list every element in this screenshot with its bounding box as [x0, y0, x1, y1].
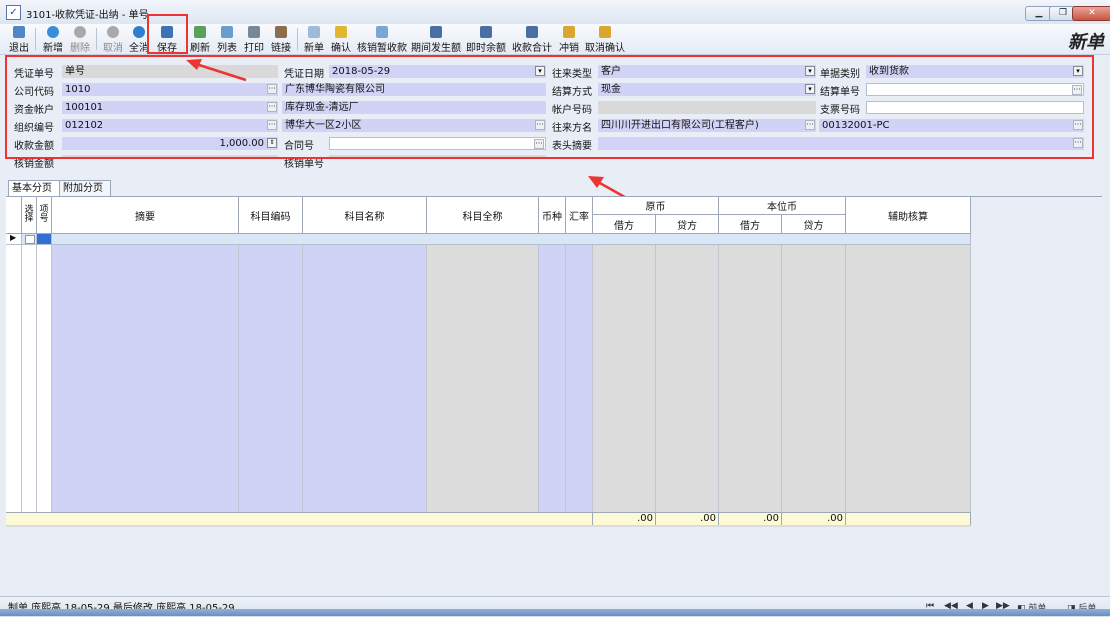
detail-grid: 选择 项号 摘要 科目编码 科目名称 科目全称 币种 汇率 原币 借方 贷方 本… — [6, 197, 971, 527]
aux-column[interactable] — [846, 245, 971, 512]
summary-header: 摘要 — [52, 197, 239, 234]
arrow-head-header — [588, 176, 604, 188]
original-currency-header: 原币 — [593, 197, 719, 215]
summary-column[interactable] — [52, 245, 239, 512]
subject-full-column — [427, 245, 539, 512]
subject-code-header: 科目编码 — [239, 197, 303, 234]
aux-accounting-header: 辅助核算 — [846, 197, 971, 234]
current-row-indicator: ▶ — [6, 233, 22, 245]
table-row[interactable] — [52, 234, 971, 245]
totals-row-label — [6, 512, 593, 525]
base-debit-column[interactable] — [719, 245, 782, 512]
os-taskbar — [0, 609, 1110, 616]
line-no-header: 项号 — [37, 197, 52, 234]
base-credit-column[interactable] — [782, 245, 846, 512]
select-column — [22, 245, 37, 512]
orig-credit-column[interactable] — [656, 245, 719, 512]
row-pointer-icon: ▶ — [10, 233, 17, 242]
checkbox-icon[interactable] — [25, 235, 35, 244]
base-debit-header: 借方 — [719, 215, 782, 234]
orig-debit-header: 借方 — [593, 215, 656, 234]
orig-debit-column[interactable] — [593, 245, 656, 512]
row-indicator-column — [6, 245, 22, 512]
subject-name-header: 科目名称 — [303, 197, 427, 234]
total-orig-credit: .00 — [656, 512, 719, 525]
select-header: 选择 — [22, 197, 37, 234]
total-aux — [846, 512, 971, 525]
line-no-cell[interactable] — [37, 234, 52, 245]
orig-credit-header: 贷方 — [656, 215, 719, 234]
tab-basic[interactable]: 基本分页 — [8, 180, 62, 196]
rate-header: 汇率 — [566, 197, 593, 234]
select-checkbox[interactable] — [22, 234, 37, 245]
subject-code-column[interactable] — [239, 245, 303, 512]
tab-extra[interactable]: 附加分页 — [59, 180, 111, 196]
subject-full-header: 科目全称 — [427, 197, 539, 234]
total-base-debit: .00 — [719, 512, 782, 525]
row-indicator-header — [6, 197, 22, 234]
base-credit-header: 贷方 — [782, 215, 846, 234]
total-base-credit: .00 — [782, 512, 846, 525]
base-currency-header: 本位币 — [719, 197, 846, 215]
currency-column[interactable] — [539, 245, 566, 512]
total-orig-debit: .00 — [593, 512, 656, 525]
subject-name-column[interactable] — [303, 245, 427, 512]
rate-column[interactable] — [566, 245, 593, 512]
arrow-line-save — [195, 62, 247, 82]
currency-header: 币种 — [539, 197, 566, 234]
line-no-column — [37, 245, 52, 512]
